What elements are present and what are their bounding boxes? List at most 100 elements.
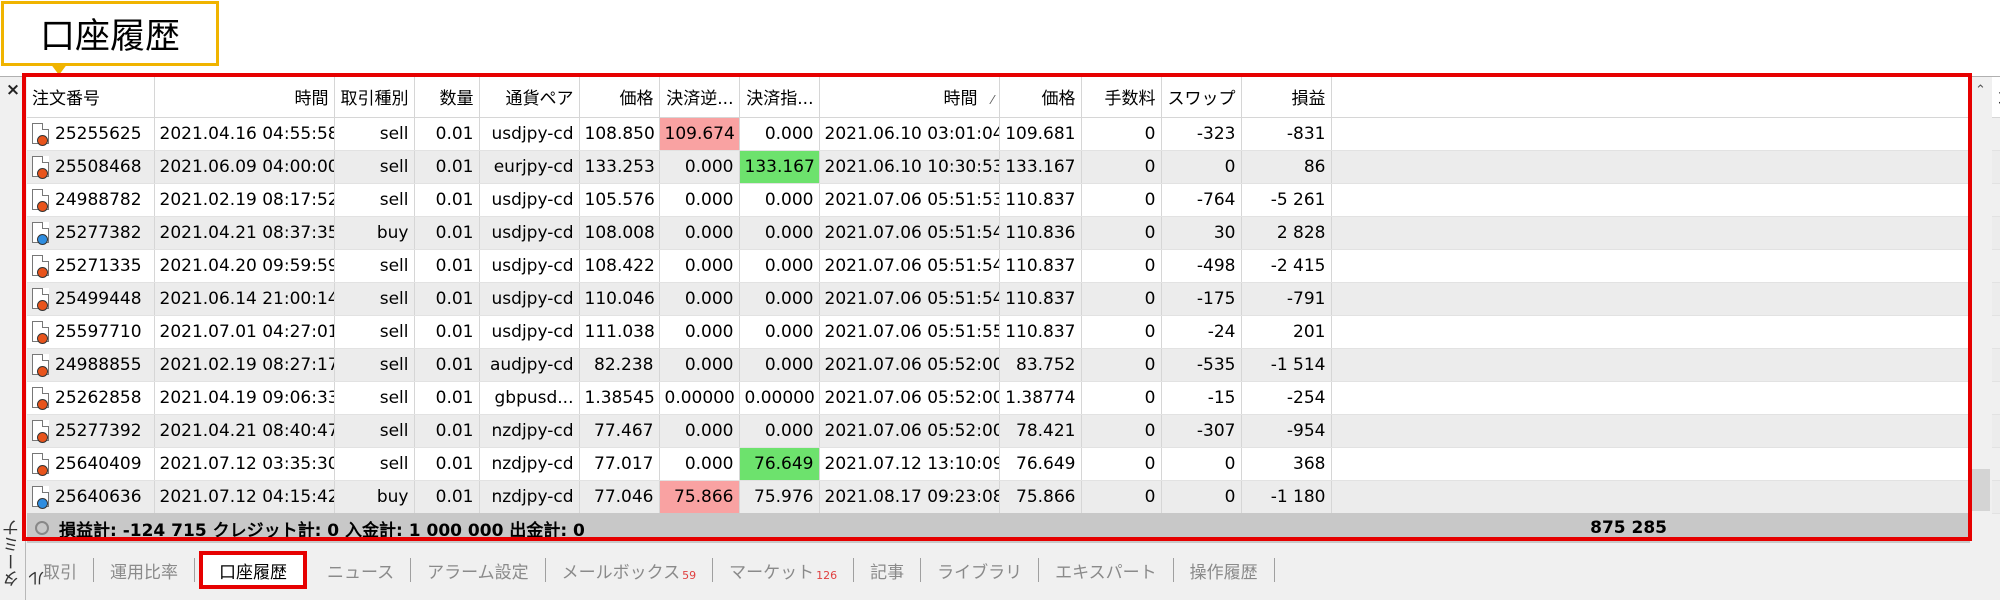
cell-profit: 86 — [1241, 150, 1332, 184]
cell-open-price: 77.046 — [579, 480, 660, 514]
cell-open-price: 1.38545 — [579, 381, 660, 415]
tab-5[interactable]: メールボックス 59 — [546, 558, 714, 583]
cell-swap: -307 — [1161, 414, 1242, 448]
terminal-side-label: ターミナル — [3, 519, 49, 587]
cell-profit: -791 — [1241, 282, 1332, 316]
cell-type: sell — [334, 381, 415, 415]
cell-symbol: nzdjpy-cd — [479, 447, 580, 481]
cell-close-time: 2021.07.06 05:52:00 — [819, 381, 1000, 415]
sort-indicator-icon: ⁄ — [991, 93, 994, 108]
cell-close-price: 110.836 — [999, 216, 1082, 250]
tab-4[interactable]: アラーム設定 — [411, 558, 546, 583]
cell-swap: -764 — [1161, 183, 1242, 217]
cell-commission: 0 — [1081, 447, 1162, 481]
cell-sl: 0.000 — [659, 447, 740, 481]
vertical-scrollbar[interactable]: ⌃ — [1970, 77, 1992, 543]
cell-type: sell — [334, 282, 415, 316]
cell-comment — [1331, 249, 2000, 283]
table-row[interactable]: 25640409 2021.07.12 03:35:30 sell 0.01 nzdjp… — [27, 447, 2000, 481]
scroll-up-icon[interactable]: ⌃ — [1975, 83, 1986, 98]
cell-type: sell — [334, 183, 415, 217]
column-header-swap[interactable]: スワップ — [1161, 77, 1242, 118]
column-header-ticket[interactable]: 注文番号 — [27, 77, 155, 118]
cell-comment — [1331, 414, 2000, 448]
sell-order-icon — [32, 420, 49, 443]
close-icon[interactable]: × — [4, 81, 22, 99]
cell-profit: 201 — [1241, 315, 1332, 349]
cell-open-price: 82.238 — [579, 348, 660, 382]
column-header-open-price[interactable]: 価格 — [579, 77, 660, 118]
column-header-open-time[interactable]: 時間 — [154, 77, 335, 118]
cell-sl: 0.000 — [659, 249, 740, 283]
cell-comment: [tp] — [1331, 447, 2000, 481]
table-row[interactable]: 25271335 2021.04.20 09:59:59 sell 0.01 usdjp… — [27, 249, 2000, 283]
table-row[interactable]: 25597710 2021.07.01 04:27:01 sell 0.01 usdjp… — [27, 315, 2000, 349]
column-header-type[interactable]: 取引種別 — [334, 77, 415, 118]
terminal-panel: × ターミナル 注文番号 時間 取引種別 数量 通貨ペア 価格 決済逆... 決済指... 時間… — [0, 76, 2000, 600]
cell-type: sell — [334, 447, 415, 481]
tab-2[interactable]: 口座履歴 — [199, 551, 307, 589]
cell-volume: 0.01 — [414, 249, 480, 283]
cell-tp: 0.000 — [739, 348, 820, 382]
cell-profit: -5 261 — [1241, 183, 1332, 217]
cell-open-price: 105.576 — [579, 183, 660, 217]
scroll-thumb[interactable] — [1972, 469, 1990, 511]
column-header-volume[interactable]: 数量 — [414, 77, 480, 118]
cell-close-price: 133.167 — [999, 150, 1082, 184]
cell-tp: 0.000 — [739, 249, 820, 283]
tab-1[interactable]: 運用比率 — [94, 558, 195, 583]
table-row[interactable]: 24988855 2021.02.19 08:27:17 sell 0.01 audjp… — [27, 348, 2000, 382]
table-row[interactable]: 25277382 2021.04.21 08:37:35 buy 0.01 usdjpy… — [27, 216, 2000, 250]
table-row[interactable]: 25255625 2021.04.16 04:55:58 sell 0.01 usdjp… — [27, 117, 2000, 151]
table-row[interactable]: 25508468 2021.06.09 04:00:00 sell 0.01 eurjp… — [27, 150, 2000, 184]
column-header-commission[interactable]: 手数料 — [1081, 77, 1162, 118]
cell-open-price: 77.467 — [579, 414, 660, 448]
column-header-comment[interactable]: コメント — [1331, 77, 2000, 118]
tab-6[interactable]: マーケット 126 — [713, 558, 855, 583]
column-header-tp[interactable]: 決済指... — [739, 77, 820, 118]
tab-9[interactable]: エキスパート — [1039, 558, 1174, 583]
table-row[interactable]: 24988782 2021.02.19 08:17:52 sell 0.01 usdjp… — [27, 183, 2000, 217]
cell-tp: 0.000 — [739, 282, 820, 316]
table-row[interactable]: 25499448 2021.06.14 21:00:14 sell 0.01 usdjp… — [27, 282, 2000, 316]
cell-commission: 0 — [1081, 315, 1162, 349]
tab-10[interactable]: 操作履歴 — [1174, 558, 1275, 583]
cell-sl: 109.674 — [659, 117, 740, 151]
table-row[interactable]: 25640636 2021.07.12 04:15:42 buy 0.01 nzdjpy… — [27, 480, 2000, 514]
cell-type: sell — [334, 414, 415, 448]
column-header-sl[interactable]: 決済逆... — [659, 77, 740, 118]
column-header-close-price[interactable]: 価格 — [999, 77, 1082, 118]
cell-commission: 0 — [1081, 183, 1162, 217]
cell-profit: -1 180 — [1241, 480, 1332, 514]
cell-close-price: 78.421 — [999, 414, 1082, 448]
tab-7[interactable]: 記事 — [854, 558, 922, 583]
cell-volume: 0.01 — [414, 183, 480, 217]
cell-commission: 0 — [1081, 216, 1162, 250]
cell-close-time: 2021.07.06 05:51:54 — [819, 249, 1000, 283]
cell-profit: -1 514 — [1241, 348, 1332, 382]
tab-0[interactable]: 取引 — [27, 558, 94, 583]
cell-profit: -831 — [1241, 117, 1332, 151]
column-header-symbol[interactable]: 通貨ペア — [479, 77, 580, 118]
cell-ticket: 24988782 — [27, 183, 155, 217]
cell-tp: 0.000 — [739, 414, 820, 448]
cell-comment: [sl] — [1331, 480, 2000, 514]
table-row[interactable]: 25262858 2021.04.19 09:06:33 sell 0.01 gbpus… — [27, 381, 2000, 415]
cell-close-time: 2021.08.17 09:23:08 — [819, 480, 1000, 514]
table-header-row: 注文番号 時間 取引種別 数量 通貨ペア 価格 決済逆... 決済指... 時間 ⁄ 価格 手数料 スワ… — [27, 77, 2000, 118]
cell-ticket: 25271335 — [27, 249, 155, 283]
cell-swap: 0 — [1161, 480, 1242, 514]
cell-ticket: 25640636 — [27, 480, 155, 514]
cell-symbol: usdjpy-cd — [479, 315, 580, 349]
table-row[interactable]: 25277392 2021.04.21 08:40:47 sell 0.01 nzdjp… — [27, 414, 2000, 448]
tab-3[interactable]: ニュース — [311, 558, 412, 583]
sell-order-icon — [32, 189, 49, 212]
cell-close-price: 110.837 — [999, 249, 1082, 283]
column-header-close-time[interactable]: 時間 ⁄ — [819, 77, 1000, 118]
cell-ticket: 25499448 — [27, 282, 155, 316]
tab-8[interactable]: ライブラリ — [921, 558, 1040, 583]
cell-open-time: 2021.04.19 09:06:33 — [154, 381, 335, 415]
summary-bar: 損益計: -124 715 クレジット計: 0 入金計: 1 000 000 出… — [27, 513, 1970, 543]
cell-type: buy — [334, 480, 415, 514]
column-header-profit[interactable]: 損益 — [1241, 77, 1332, 118]
